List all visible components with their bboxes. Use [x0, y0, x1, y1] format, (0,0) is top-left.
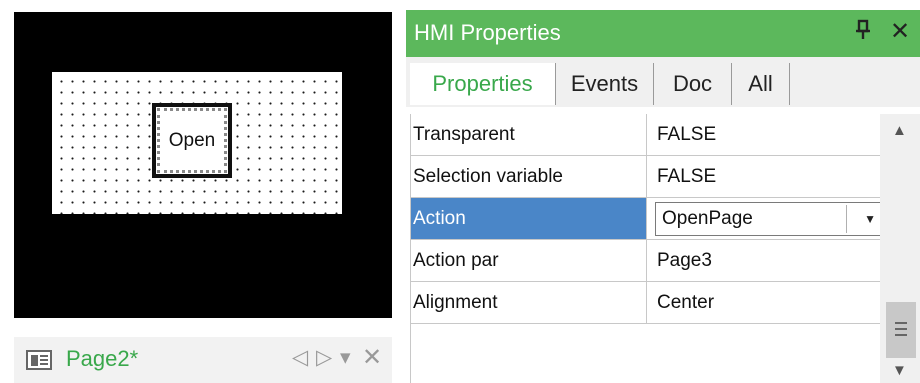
- tab-menu-icon[interactable]: ▾: [340, 345, 351, 370]
- property-key: Action: [411, 198, 647, 239]
- page-surface[interactable]: Open: [52, 72, 342, 214]
- tab-properties-label: Properties: [432, 71, 533, 96]
- chevron-down-icon[interactable]: ▼: [864, 212, 876, 226]
- tab-doc-label: Doc: [672, 71, 713, 96]
- panel-header: HMI Properties ✕: [406, 10, 920, 57]
- panel-tabs: Properties Events Doc All: [406, 57, 920, 107]
- property-row-action-par[interactable]: Action par Page3: [411, 240, 881, 282]
- page-tab-bar: Page2* ◁ ▷ ▾ ✕: [14, 337, 392, 383]
- property-key: Selection variable: [411, 156, 647, 197]
- tab-all[interactable]: All: [732, 63, 790, 105]
- open-button-widget[interactable]: Open: [152, 103, 232, 178]
- tab-all-label: All: [748, 71, 773, 96]
- scroll-up-icon[interactable]: ▲: [892, 122, 907, 139]
- property-row-transparent[interactable]: Transparent FALSE: [411, 114, 881, 156]
- property-key: Alignment: [411, 282, 647, 323]
- action-dropdown[interactable]: OpenPage ▼: [655, 202, 885, 236]
- property-value[interactable]: Page3: [657, 240, 712, 281]
- pin-icon[interactable]: [854, 19, 872, 47]
- property-row-alignment[interactable]: Alignment Center: [411, 282, 881, 324]
- close-icon[interactable]: ✕: [890, 17, 910, 46]
- design-canvas[interactable]: Open: [14, 12, 392, 318]
- tab-next-icon[interactable]: ▷: [316, 345, 332, 370]
- panel-title: HMI Properties: [414, 20, 561, 45]
- property-value[interactable]: FALSE: [657, 114, 716, 155]
- scroll-thumb[interactable]: [886, 302, 916, 358]
- property-value[interactable]: FALSE: [657, 156, 716, 197]
- property-row-selection-variable[interactable]: Selection variable FALSE: [411, 156, 881, 198]
- tab-close-icon[interactable]: ✕: [362, 343, 382, 372]
- property-key: Action par: [411, 240, 647, 281]
- property-key: Transparent: [411, 114, 647, 155]
- vertical-scrollbar[interactable]: ▲ ▼: [880, 114, 920, 383]
- action-dropdown-value: OpenPage: [662, 205, 847, 233]
- tab-doc[interactable]: Doc: [654, 63, 732, 105]
- page-icon: [26, 350, 52, 370]
- page-tab-label[interactable]: Page2*: [66, 346, 138, 372]
- scroll-down-icon[interactable]: ▼: [892, 362, 907, 379]
- property-value[interactable]: Center: [657, 282, 714, 323]
- open-button-label: Open: [168, 129, 216, 151]
- property-row-action[interactable]: Action OpenPage ▼: [411, 198, 885, 240]
- tab-properties[interactable]: Properties: [410, 63, 556, 105]
- tab-events-label: Events: [570, 71, 639, 96]
- hmi-properties-panel: HMI Properties ✕ Properties Events Doc A…: [406, 10, 920, 383]
- tab-prev-icon[interactable]: ◁: [292, 345, 308, 370]
- property-grid: Transparent FALSE Selection variable FAL…: [410, 114, 885, 383]
- tab-events[interactable]: Events: [556, 63, 654, 105]
